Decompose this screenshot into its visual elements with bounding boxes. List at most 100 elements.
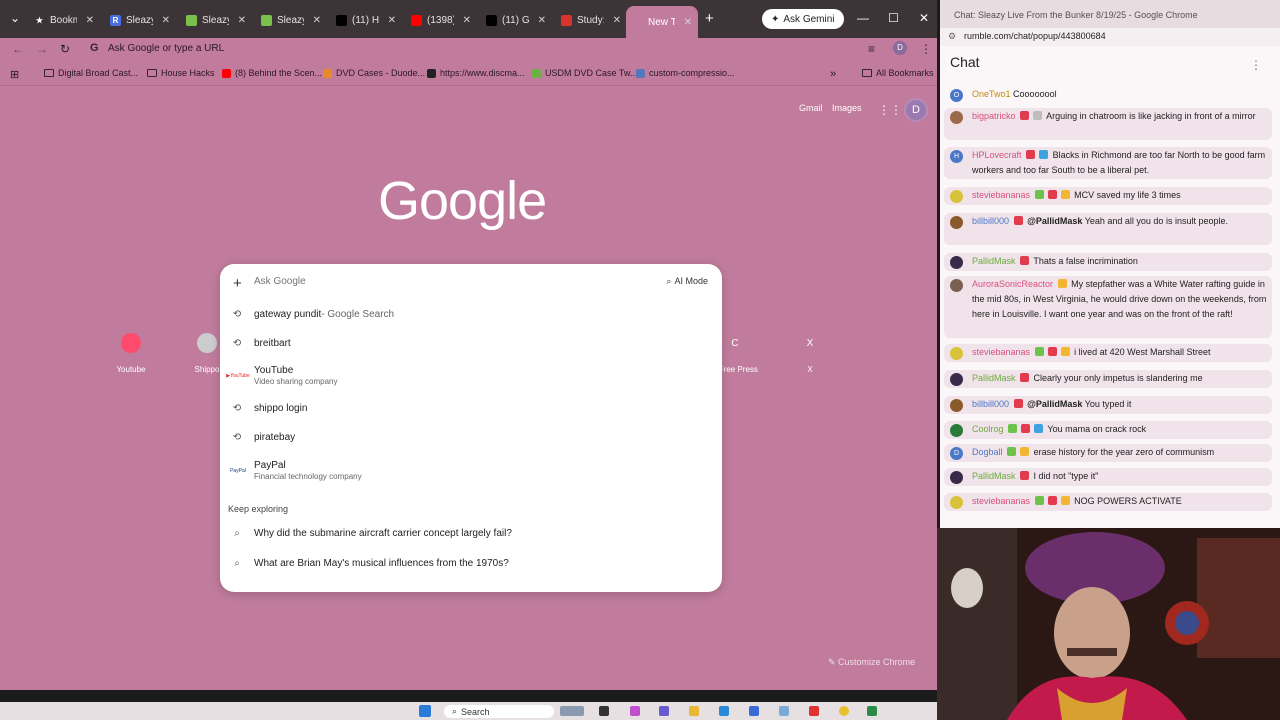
ai-mode-button[interactable]: ⌕ AI Mode xyxy=(666,276,708,287)
chrome-icon[interactable] xyxy=(839,706,849,716)
chat-avatar[interactable]: H xyxy=(950,150,963,163)
chat-avatar[interactable] xyxy=(950,190,963,203)
account-avatar[interactable]: D xyxy=(904,98,928,122)
tab[interactable]: Study: I ✕ xyxy=(555,8,627,32)
chat-username[interactable]: AuroraSonicReactor xyxy=(972,279,1053,289)
tab-close-icon[interactable]: ✕ xyxy=(388,15,396,26)
ask-gemini-button[interactable]: ✦ Ask Gemini xyxy=(762,9,844,29)
maximize-icon[interactable]: ☐ xyxy=(888,11,899,25)
new-tab-button[interactable]: + xyxy=(705,10,714,27)
forward-icon[interactable]: → xyxy=(36,42,48,56)
bookmark-item[interactable]: DVD Cases - Duode... xyxy=(323,68,425,78)
app-icon[interactable] xyxy=(779,706,789,716)
chat-avatar[interactable] xyxy=(950,399,963,412)
suggestion-row[interactable]: ⟲ piratebay xyxy=(220,432,722,443)
chat-username[interactable]: OneTwo1 xyxy=(972,89,1011,99)
plus-icon[interactable]: + xyxy=(233,275,242,292)
chat-avatar[interactable] xyxy=(950,256,963,269)
store-icon[interactable] xyxy=(749,706,759,716)
chat-username[interactable]: PallidMask xyxy=(972,471,1016,481)
chat-avatar[interactable] xyxy=(950,373,963,386)
chat-username[interactable]: billbill000 xyxy=(972,399,1009,409)
tab-close-icon[interactable]: ✕ xyxy=(538,15,546,26)
suggestion-row[interactable]: ⟲ breitbart xyxy=(220,338,722,349)
tab[interactable]: (1398) ✕ xyxy=(405,8,477,32)
reading-mode-icon[interactable]: ≡ xyxy=(868,42,875,56)
search-input[interactable] xyxy=(254,276,634,287)
chat-avatar[interactable] xyxy=(950,111,963,124)
bookmark-item[interactable]: (8) Behind the Scen... xyxy=(222,68,322,78)
more-bookmarks-icon[interactable]: » xyxy=(830,68,836,80)
teams-icon[interactable] xyxy=(659,706,669,716)
bookmark-item[interactable]: custom-compressio... xyxy=(636,68,735,78)
chat-username[interactable]: PallidMask xyxy=(972,256,1016,266)
chat-mention[interactable]: @PallidMask xyxy=(1027,399,1082,409)
apps-icon[interactable]: ⊞ xyxy=(10,68,19,81)
tab[interactable]: R Sleazy ✕ xyxy=(104,8,176,32)
app-green-icon[interactable] xyxy=(867,706,877,716)
tab[interactable]: New Ta ✕ xyxy=(626,6,698,38)
tab-search-icon[interactable]: ⌄ xyxy=(10,11,20,25)
chat-username[interactable]: steviebananas xyxy=(972,496,1030,506)
windows-start-icon[interactable] xyxy=(419,705,431,717)
chat-avatar[interactable] xyxy=(950,424,963,437)
edge-icon[interactable] xyxy=(719,706,729,716)
suggestion-row[interactable]: PayPal PayPal Financial technology company xyxy=(220,460,722,481)
chat-username[interactable]: PallidMask xyxy=(972,373,1016,383)
shortcut-tile[interactable]: Youtube xyxy=(101,333,161,374)
gmail-link[interactable]: Gmail xyxy=(799,103,823,113)
explore-row[interactable]: ⌕ What are Brian May's musical influences… xyxy=(220,558,722,569)
back-icon[interactable]: ← xyxy=(12,42,24,56)
tab-close-icon[interactable]: ✕ xyxy=(684,17,692,28)
chat-username[interactable]: steviebananas xyxy=(972,347,1030,357)
reload-icon[interactable]: ↻ xyxy=(60,42,70,56)
chat-username[interactable]: Coolrog xyxy=(972,424,1004,434)
site-settings-icon[interactable]: ⚙ xyxy=(948,31,956,42)
tab[interactable]: ★ Bookm ✕ xyxy=(28,8,100,32)
menu-icon[interactable]: ⋮ xyxy=(920,42,932,56)
tab[interactable]: (11) Gr ✕ xyxy=(480,8,552,32)
chat-avatar[interactable] xyxy=(950,471,963,484)
file-explorer-icon[interactable] xyxy=(689,706,699,716)
profile-icon[interactable]: D xyxy=(893,41,907,55)
chat-avatar[interactable] xyxy=(950,279,963,292)
chat-username[interactable]: steviebananas xyxy=(972,190,1030,200)
images-link[interactable]: Images xyxy=(832,103,862,113)
chat-avatar[interactable]: O xyxy=(950,89,963,102)
suggestion-row[interactable]: ⟲ shippo login xyxy=(220,403,722,414)
chat-avatar[interactable] xyxy=(950,496,963,509)
tab[interactable]: Sleazy ✕ xyxy=(180,8,252,32)
tab-close-icon[interactable]: ✕ xyxy=(162,15,170,26)
bookmark-item[interactable]: Digital Broad Cast... xyxy=(44,68,138,78)
tab[interactable]: Sleazy ✕ xyxy=(255,8,327,32)
tab-close-icon[interactable]: ✕ xyxy=(313,15,321,26)
tab[interactable]: (11) Ho ✕ xyxy=(330,8,402,32)
chat-username[interactable]: bigpatricko xyxy=(972,111,1016,121)
explore-row[interactable]: ⌕ Why did the submarine aircraft carrier … xyxy=(220,528,722,539)
bookmark-item[interactable]: USDM DVD Case Tw... xyxy=(532,68,637,78)
chat-avatar[interactable]: D xyxy=(950,447,963,460)
widget-icon[interactable] xyxy=(560,706,584,716)
chat-mention[interactable]: @PallidMask xyxy=(1027,216,1082,226)
tab-close-icon[interactable]: ✕ xyxy=(463,15,471,26)
bookmark-item[interactable]: House Hacks xyxy=(147,68,215,78)
omnibox[interactable]: Ask Google or type a URL xyxy=(108,43,224,54)
customize-chrome-button[interactable]: ✎ Customize Chrome xyxy=(828,657,915,668)
copilot-icon[interactable] xyxy=(630,706,640,716)
tab-close-icon[interactable]: ✕ xyxy=(613,15,621,26)
chat-url[interactable]: rumble.com/chat/popup/443800684 xyxy=(940,28,1280,46)
suggestion-row[interactable]: ⟲ gateway pundit - Google Search xyxy=(220,309,722,320)
tab-close-icon[interactable]: ✕ xyxy=(238,15,246,26)
chat-avatar[interactable] xyxy=(950,216,963,229)
chat-avatar[interactable] xyxy=(950,347,963,360)
chat-username[interactable]: Dogball xyxy=(972,447,1003,457)
bookmark-item[interactable]: https://www.discma... xyxy=(427,68,525,78)
chat-username[interactable]: HPLovecraft xyxy=(972,150,1022,160)
minimize-icon[interactable]: — xyxy=(857,11,869,25)
shortcut-tile[interactable]: XX xyxy=(780,333,840,375)
task-view-icon[interactable] xyxy=(599,706,609,716)
close-icon[interactable]: ✕ xyxy=(919,11,929,25)
taskbar-search[interactable]: ⌕ Search xyxy=(444,705,554,718)
all-bookmarks[interactable]: All Bookmarks xyxy=(862,68,934,78)
suggestion-row[interactable]: ▶YouTube YouTube Video sharing company xyxy=(220,365,722,386)
